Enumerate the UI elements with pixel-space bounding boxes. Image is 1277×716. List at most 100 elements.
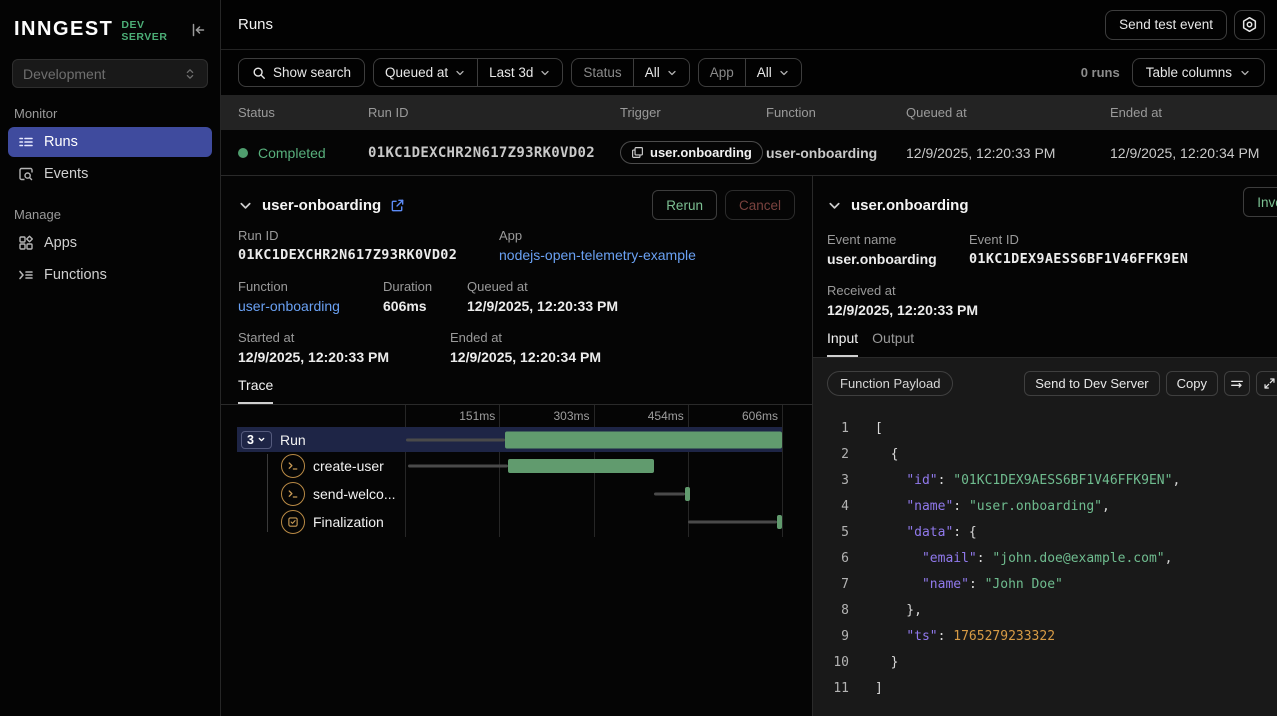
status-filter-group: Status All — [571, 58, 689, 87]
code-line: 3 "id": "01KC1DEX9AESS6BF1V46FFK9EN", — [827, 468, 1263, 494]
tick-label: 606ms — [688, 409, 782, 423]
trace-track-run — [405, 427, 782, 452]
run-detail-panel: user-onboarding Rerun Cancel Run ID 01KC… — [221, 176, 813, 716]
code-line: 10 } — [827, 650, 1263, 676]
expand-icon — [1263, 377, 1276, 390]
tab-trace[interactable]: Trace — [238, 377, 273, 404]
rerun-label: Rerun — [666, 198, 703, 213]
event-id-label: Event ID — [969, 232, 1263, 247]
run-id-detail-value: 01KC1DEXCHR2N617Z93RK0VD02 — [238, 247, 499, 263]
status-dot — [238, 148, 248, 158]
search-icon — [252, 66, 266, 80]
chevron-down-icon — [1239, 67, 1251, 79]
payload-code[interactable]: 1[ 2 { 3 "id": "01KC1DEX9AESS6BF1V46FFK9… — [827, 416, 1263, 702]
received-at-value: 12/9/2025, 12:20:33 PM — [827, 302, 1263, 318]
send-test-event-button[interactable]: Send test event — [1105, 10, 1227, 40]
sidebar-item-label: Runs — [44, 134, 78, 150]
send-to-dev-server-button[interactable]: Send to Dev Server — [1024, 371, 1159, 396]
app-link[interactable]: nodejs-open-telemetry-example — [499, 247, 795, 263]
status-value: Completed — [258, 145, 326, 161]
external-link-icon[interactable] — [390, 198, 405, 213]
environment-select[interactable]: Development — [12, 59, 208, 88]
settings-button[interactable] — [1234, 10, 1265, 40]
word-wrap-button[interactable] — [1224, 371, 1250, 396]
app-window: INNGEST DEV SERVER Development Monitor R… — [0, 0, 1277, 716]
code-line: 8 }, — [827, 598, 1263, 624]
code-line: 1[ — [827, 416, 1263, 442]
cancel-button[interactable]: Cancel — [725, 190, 795, 220]
time-range-dropdown[interactable]: Last 3d — [477, 59, 562, 86]
column-header-run-id: Run ID — [351, 105, 603, 120]
sidebar-item-label: Functions — [44, 267, 107, 283]
show-search-button[interactable]: Show search — [238, 58, 365, 87]
sidebar-item-functions[interactable]: Functions — [8, 260, 212, 290]
step-terminal-icon — [281, 482, 305, 506]
tick-label: 454ms — [594, 409, 688, 423]
filter-bar: Show search Queued at Last 3d Status All — [221, 50, 1277, 95]
collapse-event-panel-icon[interactable] — [827, 198, 842, 213]
column-header-queued-at: Queued at — [889, 105, 1093, 120]
trace-timeline-ticks: 151ms 303ms 454ms 606ms — [405, 405, 782, 427]
ended-at-detail-value: 12/9/2025, 12:20:34 PM — [450, 349, 795, 365]
table-columns-label: Table columns — [1146, 65, 1232, 80]
runs-icon — [18, 134, 34, 150]
event-name-field: Event name user.onboarding — [827, 232, 969, 267]
function-label: Function — [238, 279, 383, 294]
time-field-dropdown[interactable]: Queued at — [374, 59, 477, 86]
started-at-field: Started at 12/9/2025, 12:20:33 PM — [238, 330, 450, 365]
app-filter-group: App All — [698, 58, 802, 87]
app-field: App nodejs-open-telemetry-example — [499, 228, 795, 263]
invoke-button[interactable]: Invoke — [1243, 187, 1277, 217]
status-filter-value: All — [645, 65, 660, 80]
table-row[interactable]: Completed 01KC1DEXCHR2N617Z93RK0VD02 use… — [221, 130, 1277, 175]
trace-waterfall: 151ms 303ms 454ms 606ms 3 — [221, 405, 812, 536]
function-link[interactable]: user-onboarding — [238, 298, 383, 314]
received-at-field: Received at 12/9/2025, 12:20:33 PM — [827, 283, 1263, 318]
run-panel-title: user-onboarding — [262, 197, 381, 214]
copy-button[interactable]: Copy — [1166, 371, 1218, 396]
trace-tree-guide — [267, 454, 268, 532]
run-tabs: Trace — [221, 377, 812, 405]
trace-row-run[interactable]: 3 Run — [237, 427, 782, 452]
trigger-badge[interactable]: user.onboarding — [620, 141, 763, 164]
function-value: user-onboarding — [749, 145, 889, 161]
duration-field: Duration 606ms — [383, 279, 467, 314]
details-split: user-onboarding Rerun Cancel Run ID 01KC… — [221, 175, 1277, 716]
trace-row-create-user[interactable]: create-user — [237, 452, 782, 480]
inngest-logo: INNGEST — [14, 18, 113, 41]
invoke-label: Invoke — [1257, 195, 1277, 210]
sidebar-item-apps[interactable]: Apps — [8, 228, 212, 258]
collapse-sidebar-icon[interactable] — [190, 22, 206, 38]
payload-area: Function Payload Send to Dev Server Copy — [813, 358, 1277, 716]
status-filter-label: Status — [572, 59, 632, 86]
table-columns-button[interactable]: Table columns — [1132, 58, 1265, 87]
step-check-icon — [281, 510, 305, 534]
show-search-label: Show search — [273, 65, 351, 80]
run-id-label: Run ID — [238, 228, 499, 243]
code-line: 9 "ts": 1765279233322 — [827, 624, 1263, 650]
duration-label: Duration — [383, 279, 467, 294]
apps-icon — [18, 235, 34, 251]
trace-row-send-welcome[interactable]: send-welco... — [237, 480, 782, 508]
sidebar-item-label: Events — [44, 166, 88, 182]
collapse-run-panel-icon[interactable] — [238, 198, 253, 213]
duration-value: 606ms — [383, 298, 467, 314]
expand-payload-button[interactable] — [1256, 371, 1277, 396]
trace-row-finalization[interactable]: Finalization — [237, 508, 782, 536]
sidebar-item-label: Apps — [44, 235, 77, 251]
status-filter-dropdown[interactable]: All — [633, 59, 689, 86]
sidebar-item-runs[interactable]: Runs — [8, 127, 212, 157]
started-at-label: Started at — [238, 330, 450, 345]
payload-type-pill[interactable]: Function Payload — [827, 371, 953, 396]
run-expander-button[interactable]: 3 — [241, 431, 272, 449]
top-header: Runs Send test event — [221, 0, 1277, 50]
app-filter-dropdown[interactable]: All — [745, 59, 801, 86]
select-updown-icon — [183, 67, 197, 81]
send-test-event-label: Send test event — [1119, 17, 1213, 32]
tab-output[interactable]: Output — [872, 330, 914, 357]
trace-track-send-welcome — [405, 480, 782, 508]
sidebar-item-events[interactable]: Events — [8, 159, 212, 189]
rerun-button[interactable]: Rerun — [652, 190, 717, 220]
page-title: Runs — [238, 16, 273, 33]
tab-input[interactable]: Input — [827, 330, 858, 357]
